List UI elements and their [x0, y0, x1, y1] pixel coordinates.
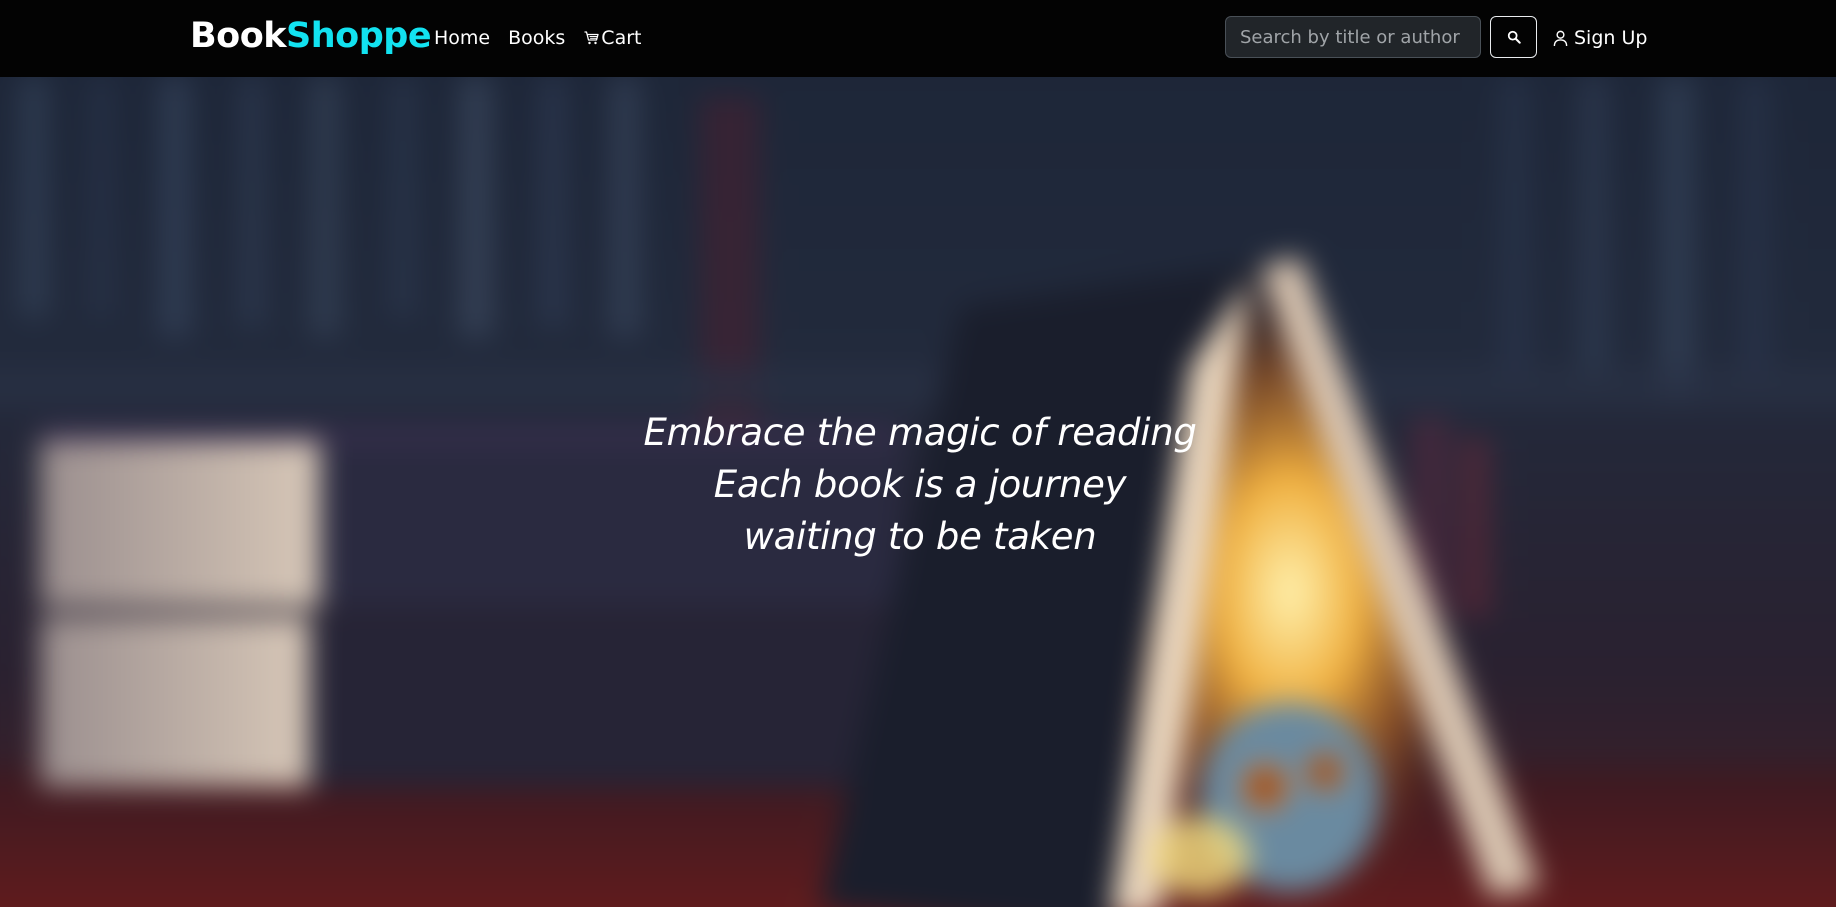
- user-icon: [1553, 30, 1568, 46]
- brand-name-part1: Book: [190, 16, 287, 56]
- cart-icon: [584, 31, 599, 45]
- signup-link[interactable]: Sign Up: [1553, 24, 1647, 52]
- signup-label: Sign Up: [1574, 27, 1648, 49]
- brand-name-part2: Shoppe: [286, 16, 432, 56]
- hero-tagline-line-1: Embrace the magic of reading: [643, 411, 1197, 454]
- hero-section: Embrace the magic of reading Each book i…: [0, 77, 1836, 907]
- hero-tagline-line-3: waiting to be taken: [743, 515, 1097, 558]
- hero-tagline-line-2: Each book is a journey: [713, 463, 1127, 506]
- nav-link-home[interactable]: Home: [434, 24, 490, 52]
- brand-logo[interactable]: BookShoppe: [190, 14, 432, 58]
- cart-label: Cart: [601, 27, 642, 49]
- hero-tagline: Embrace the magic of reading Each book i…: [0, 407, 1836, 563]
- nav-links: Home Books Cart: [434, 24, 641, 52]
- nav-link-cart[interactable]: Cart: [583, 24, 641, 52]
- search-icon: [1507, 30, 1521, 44]
- nav-link-books[interactable]: Books: [508, 24, 565, 52]
- search-input[interactable]: [1225, 16, 1481, 58]
- search-button[interactable]: [1490, 16, 1537, 58]
- navbar: BookShoppe Home Books Cart Sign Up: [0, 0, 1836, 77]
